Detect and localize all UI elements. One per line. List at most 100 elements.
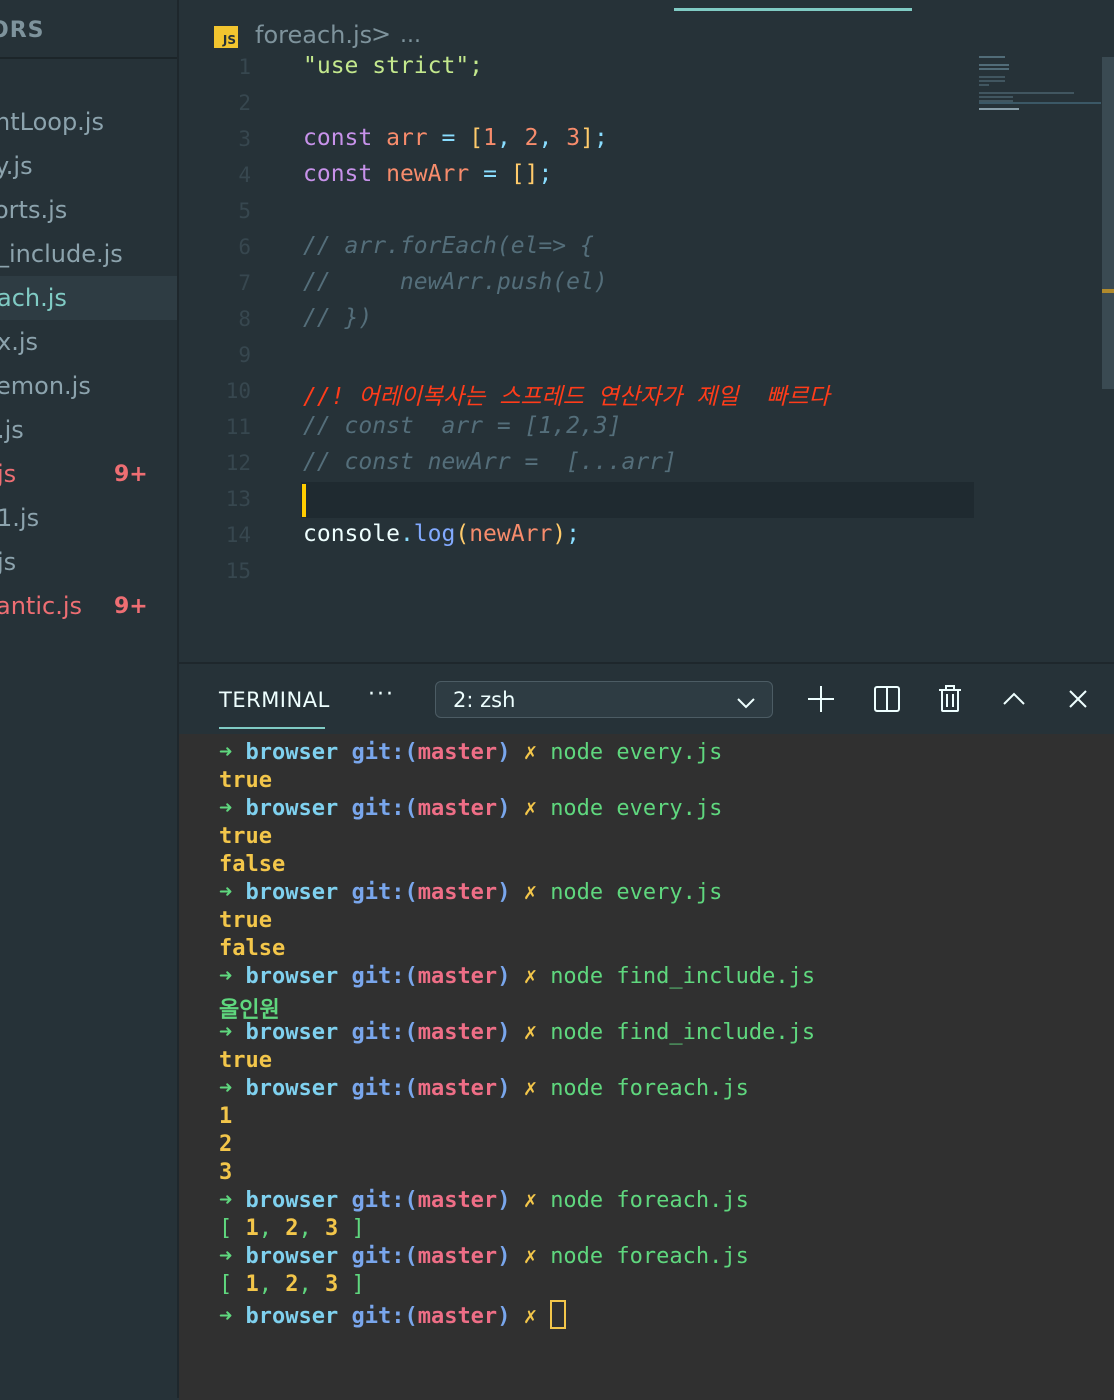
array-item: 3 <box>325 1272 339 1297</box>
sidebar-file-item[interactable]: _include.js <box>0 232 177 276</box>
prompt-branch: master <box>417 1020 498 1045</box>
code-line-7: // newArr.push(el) <box>303 269 608 295</box>
prompt-git-label: git: <box>351 1304 405 1329</box>
terminal-line: ➜ browser git:(master) ✗ node find_inclu… <box>219 1020 815 1045</box>
active-tab-indicator <box>674 8 912 11</box>
terminal-panel: TERMINAL ··· 2: zsh ➜ browser git:(maste… <box>179 662 1114 1400</box>
prompt-git-label: git: <box>351 1020 405 1045</box>
sidebar-file-name: js <box>0 460 17 488</box>
terminal-line: [ 1, 2, 3 ] <box>219 1272 365 1297</box>
chevron-up-icon[interactable] <box>999 684 1029 714</box>
prompt-paren: ( <box>404 1020 418 1045</box>
terminal-output-text: false <box>219 936 286 961</box>
sidebar-file-item[interactable]: js 9+ <box>0 452 177 496</box>
trash-icon[interactable] <box>935 684 965 714</box>
close-icon[interactable] <box>1063 684 1093 714</box>
line-number: 9 <box>238 343 251 367</box>
line-number: 13 <box>225 487 251 511</box>
prompt-directory: browser <box>245 1076 339 1101</box>
prompt-paren: ) <box>497 964 511 989</box>
array-item: 1 <box>245 1272 259 1297</box>
terminal-select[interactable]: 2: zsh <box>435 681 773 718</box>
code-line-10: //! 어레이복사는 스프레드 연산자가 제일 빠르다 <box>303 384 830 410</box>
active-tab-underline <box>219 727 325 729</box>
paren: ) <box>552 521 567 547</box>
terminal-line: ➜ browser git:(master) ✗ node foreach.js <box>219 1188 749 1213</box>
terminal-line: ➜ browser git:(master) ✗ node foreach.js <box>219 1244 749 1269</box>
terminal-command: node find_include.js <box>550 964 816 989</box>
prompt-directory: browser <box>245 1304 339 1329</box>
terminal-output-text: true <box>219 908 272 933</box>
prompt-dirty-icon: ✗ <box>523 1076 537 1101</box>
editor-scrollbar[interactable] <box>1102 57 1114 389</box>
prompt-paren: ) <box>497 1188 511 1213</box>
minimap-viewport <box>979 102 1101 104</box>
sidebar-file-name: orts.js <box>0 196 68 224</box>
terminal-line: true <box>219 908 272 933</box>
prompt-branch: master <box>417 1076 498 1101</box>
code-editor[interactable]: JS foreach.js > ... 1 2 3 4 5 6 7 8 9 10 11 12 13 14 1… <box>179 0 1114 662</box>
terminal-output-text: 2 <box>219 1132 233 1157</box>
terminal-line: ➜ browser git:(master) ✗ node find_inclu… <box>219 964 815 989</box>
sidebar-file-item[interactable]: js <box>0 540 177 584</box>
sidebar-file-item[interactable]: ach.js <box>0 276 177 320</box>
terminal-line: ➜ browser git:(master) ✗ node every.js <box>219 740 722 765</box>
prompt-directory: browser <box>245 880 339 905</box>
breadcrumb-more[interactable]: ... <box>400 23 421 48</box>
terminal-output-text: true <box>219 824 272 849</box>
sidebar-file-item[interactable]: y.js <box>0 144 177 188</box>
sidebar-file-item[interactable]: ntLoop.js <box>0 100 177 144</box>
breadcrumb-file[interactable]: foreach.js <box>255 21 372 49</box>
sidebar-file-item[interactable]: emon.js <box>0 364 177 408</box>
terminal-line: ➜ browser git:(master) ✗ <box>219 1300 567 1329</box>
sidebar-file-name: 1.js <box>0 504 40 532</box>
line-number: 1 <box>238 55 251 79</box>
sidebar-file-item[interactable]: orts.js <box>0 188 177 232</box>
plus-icon[interactable] <box>806 684 836 714</box>
sidebar-file-name: x.js <box>0 328 39 356</box>
code-line-8: // }) <box>303 305 373 331</box>
sidebar-file-name: antic.js <box>0 592 82 620</box>
terminal-command: node foreach.js <box>550 1188 749 1213</box>
more-actions-icon[interactable]: ··· <box>368 682 395 707</box>
split-terminal-icon[interactable] <box>872 684 902 714</box>
comma: , <box>538 125 553 151</box>
array-item: 2 <box>285 1272 299 1297</box>
prompt-git-label: git: <box>351 796 405 821</box>
prompt-paren: ) <box>497 1304 511 1329</box>
line-number: 6 <box>238 235 251 259</box>
prompt-directory: browser <box>245 1188 339 1213</box>
sidebar-file-item[interactable]: x.js <box>0 320 177 364</box>
array-item: 3 <box>325 1216 339 1241</box>
terminal-output-text: false <box>219 852 286 877</box>
keyword: const <box>303 125 373 151</box>
minimap[interactable] <box>979 54 1101 114</box>
line-number: 15 <box>225 559 251 583</box>
explorer-sidebar: ORS ntLoop.js y.js orts.js _include.js ach.j… <box>0 0 179 1398</box>
sidebar-file-item[interactable]: antic.js 9+ <box>0 584 177 628</box>
terminal-line: 3 <box>219 1160 232 1185</box>
code-line-12: // const newArr = [...arr] <box>303 449 677 475</box>
tab-terminal[interactable]: TERMINAL <box>219 688 330 712</box>
keyword: const <box>303 161 373 187</box>
dot: . <box>399 521 414 547</box>
paren: ( <box>455 521 470 547</box>
array-open-bracket: [ <box>219 1272 246 1297</box>
prompt-paren: ) <box>497 1244 511 1269</box>
terminal-command: node every.js <box>550 740 723 765</box>
sidebar-file-item[interactable]: 1.js <box>0 496 177 540</box>
variable: arr <box>386 125 428 151</box>
line-number: 5 <box>238 199 251 223</box>
prompt-branch: master <box>417 740 498 765</box>
terminal-line: false <box>219 936 285 961</box>
bracket: [ <box>469 125 484 151</box>
prompt-paren: ( <box>404 740 418 765</box>
prompt-paren: ) <box>497 1076 511 1101</box>
array-comma: , <box>258 1216 286 1241</box>
prompt-arrow-icon: ➜ <box>219 964 233 989</box>
scrollbar-cursor-marker <box>1102 289 1114 293</box>
prompt-dirty-icon: ✗ <box>523 1304 537 1329</box>
sidebar-file-name: ntLoop.js <box>0 108 104 136</box>
sidebar-file-item[interactable]: .js <box>0 408 177 452</box>
prompt-dirty-icon: ✗ <box>523 1188 537 1213</box>
